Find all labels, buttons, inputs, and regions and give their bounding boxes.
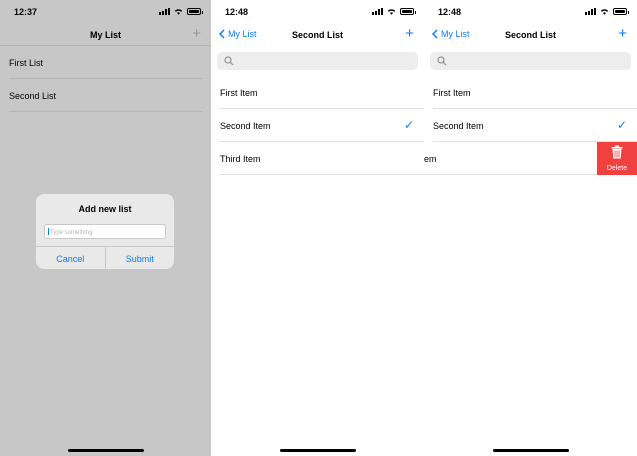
cancel-button[interactable]: Cancel [36,247,106,269]
screen-second-list: 12:48 My List Second List + First Item S… [211,0,424,456]
status-bar: 12:37 [0,0,211,24]
wifi-icon [174,9,183,15]
nav-title: My List [89,30,121,40]
wifi-icon [387,9,396,15]
plus-icon[interactable]: + [192,26,201,41]
delete-button[interactable]: Delete [597,142,637,175]
trash-icon [611,145,623,159]
status-time: 12:48 [438,7,462,17]
item-label: em [424,154,437,164]
cellular-signal-icon [159,8,170,15]
navigation-bar: My List Second List + [211,24,424,46]
battery-icon [187,8,203,15]
list-item-label: First List [9,58,44,68]
checkmark-icon: ✓ [616,118,627,132]
delete-label: Delete [606,165,628,172]
search-icon [224,56,234,66]
navigation-bar: My List Second List + [424,24,637,46]
item-label: Second Item [220,121,271,131]
item-label: First Item [220,88,258,98]
status-time: 12:37 [14,7,38,17]
screen-second-list-swipe: 12:48 My List Second List + First Item S… [424,0,637,456]
list-item[interactable]: First List [9,46,202,79]
navigation-bar: My List + [0,24,211,46]
search-field[interactable] [430,52,631,70]
input-placeholder: Type something [50,230,93,236]
list-name-input[interactable]: Type something [44,224,166,239]
list-item[interactable]: Second List [9,79,202,112]
wifi-icon [600,9,609,15]
cellular-signal-icon [372,8,383,15]
item-label: Second Item [433,121,484,131]
nav-title: Second List [504,30,556,40]
nav-title: Second List [291,30,343,40]
list-item[interactable]: Second Item ✓ [433,109,637,142]
item-label: First Item [433,88,471,98]
checkmark-icon: ✓ [403,118,414,132]
home-indicator[interactable] [279,449,356,452]
submit-button[interactable]: Submit [106,247,175,269]
status-time: 12:48 [225,7,249,17]
plus-icon[interactable]: + [618,26,627,41]
list-item[interactable]: Third Item [220,142,424,175]
list-item-label: Second List [9,91,57,101]
screen-my-list: 12:37 My List + First List Second List A… [0,0,211,456]
cellular-signal-icon [585,8,596,15]
list-item[interactable]: Second Item ✓ [220,109,424,142]
plus-icon[interactable]: + [405,26,414,41]
home-indicator[interactable] [492,449,569,452]
status-bar: 12:48 [424,0,637,24]
status-bar: 12:48 [211,0,424,24]
battery-icon [613,8,629,15]
home-indicator[interactable] [67,449,144,452]
alert-title: Add new list [78,204,132,214]
search-field[interactable] [217,52,418,70]
battery-icon [400,8,416,15]
add-list-alert: Add new list Type something Cancel Submi… [36,194,174,269]
item-label: Third Item [220,154,261,164]
list-item[interactable]: First Item [220,76,424,109]
search-icon [437,56,447,66]
list-item[interactable]: First Item [433,76,637,109]
